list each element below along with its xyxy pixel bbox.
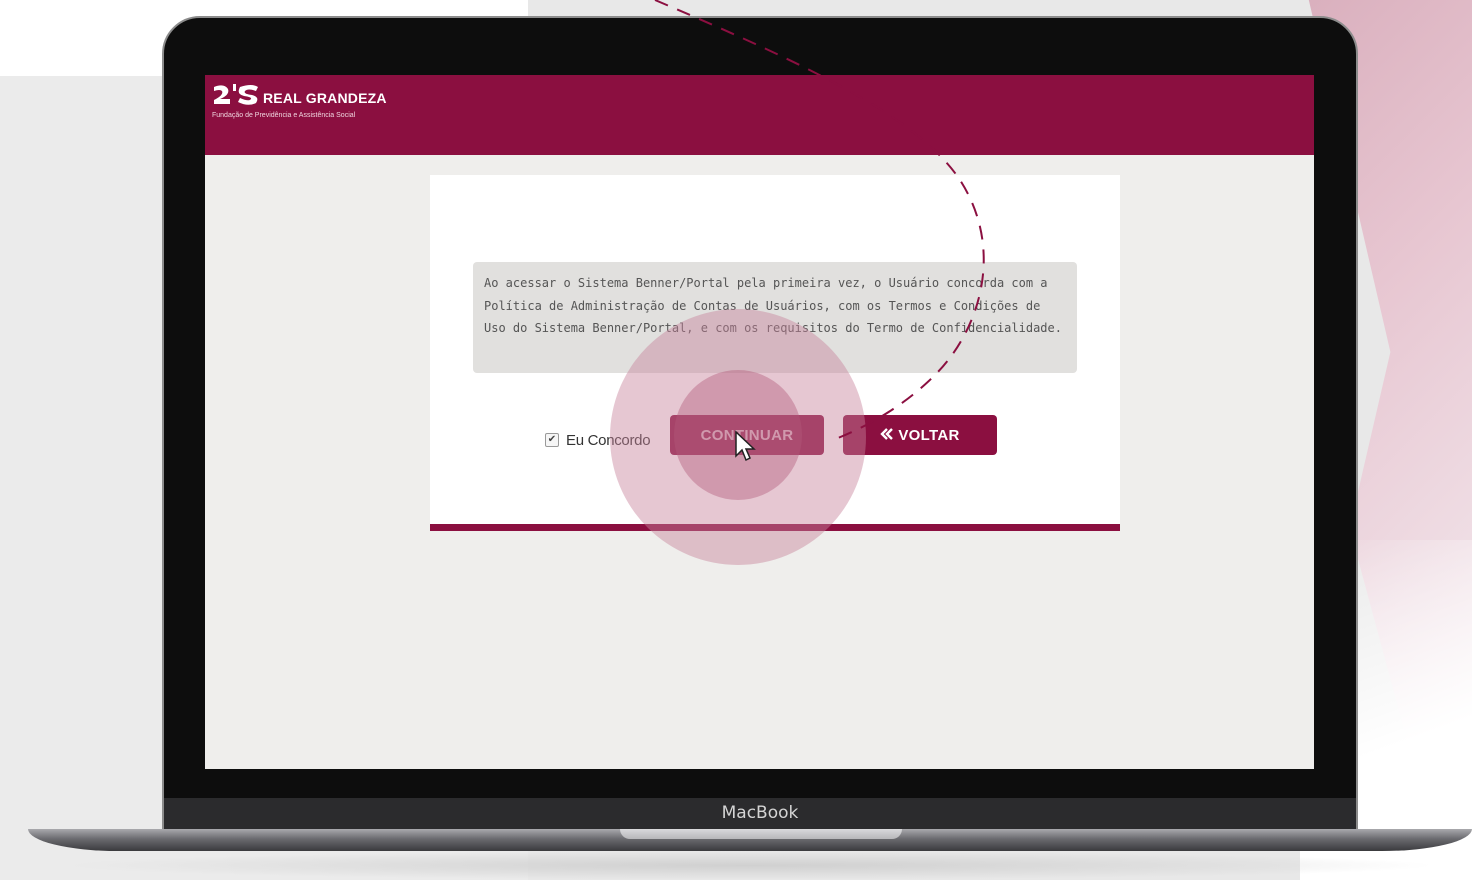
device-label: MacBook: [721, 803, 799, 823]
brand-tagline: Fundação de Previdência e Assistência So…: [212, 112, 356, 119]
laptop-shadow: [60, 851, 1440, 880]
brand-name: REAL GRANDEZA: [263, 90, 387, 106]
site-header: REAL GRANDEZA Fundação de Previdência e …: [205, 75, 1314, 155]
double-chevron-left-icon: [880, 427, 894, 443]
real-grandeza-logo: [214, 84, 258, 105]
agree-checkbox[interactable]: ✔: [545, 433, 559, 447]
laptop-notch: [620, 829, 902, 839]
mouse-cursor-icon: [735, 430, 756, 462]
back-button-label: VOLTAR: [898, 426, 960, 444]
back-button[interactable]: VOLTAR: [843, 415, 997, 455]
